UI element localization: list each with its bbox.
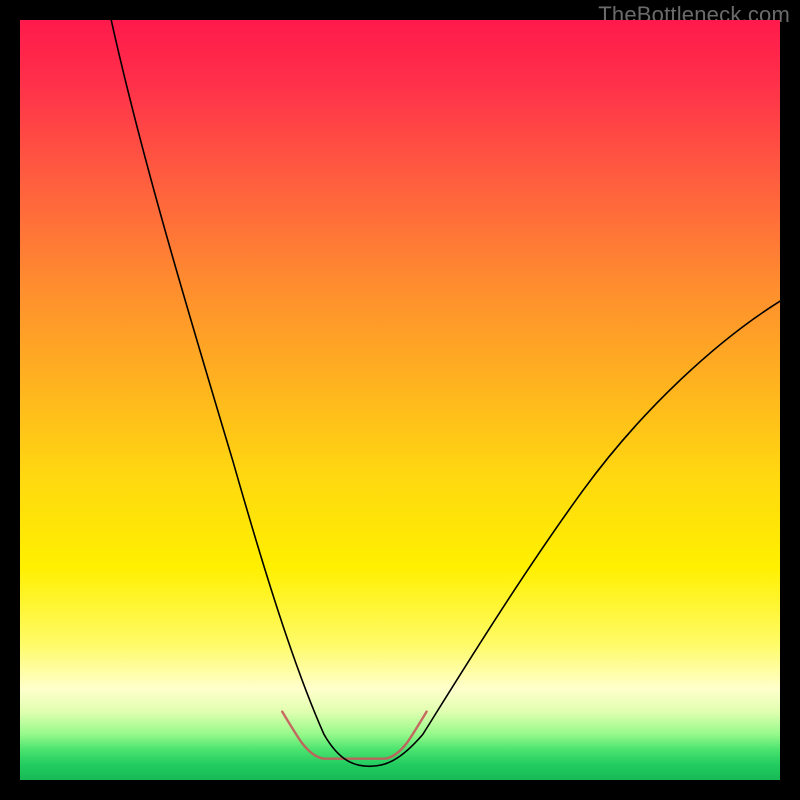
plot-area <box>20 20 780 780</box>
chart-frame: TheBottleneck.com <box>0 0 800 800</box>
bottleneck-curve-path <box>111 20 780 766</box>
curve-svg <box>20 20 780 780</box>
